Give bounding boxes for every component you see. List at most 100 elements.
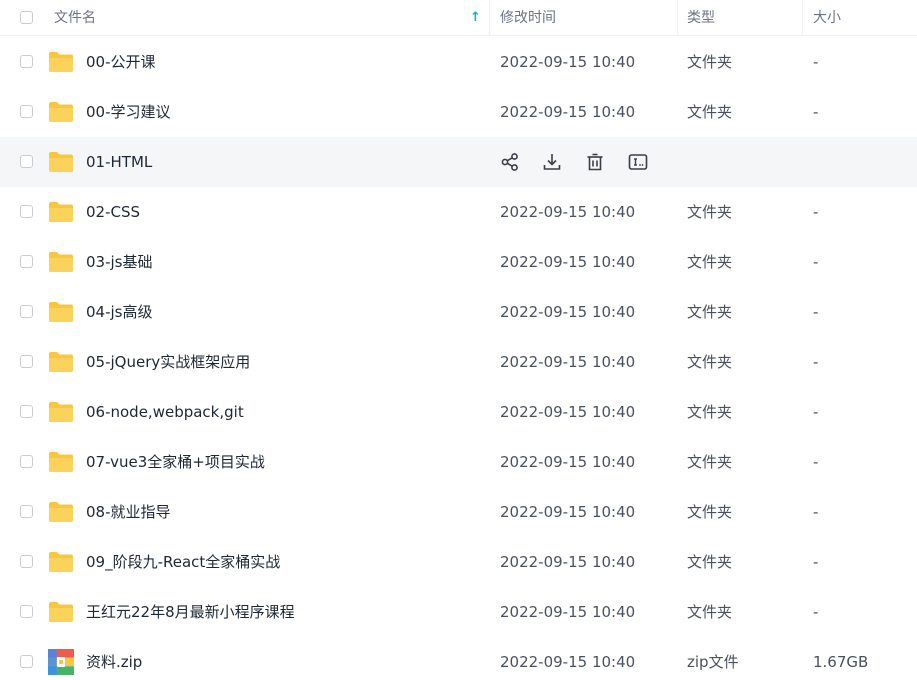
select-all-checkbox[interactable] (20, 11, 33, 24)
modified-time: 2022-09-15 10:40 (500, 353, 636, 371)
file-type: 文件夹 (687, 103, 733, 121)
row-checkbox[interactable] (20, 205, 33, 218)
file-size: - (813, 53, 819, 71)
table-row[interactable]: 07-vue3全家桶+项目实战 2022-09-15 10:40 文件夹 - (0, 437, 917, 487)
download-icon[interactable] (542, 152, 562, 172)
file-name[interactable]: 09_阶段九-React全家桶实战 (86, 537, 280, 587)
file-type: 文件夹 (687, 553, 733, 571)
file-type: 文件夹 (687, 353, 733, 371)
folder-icon (48, 301, 74, 323)
modified-time: 2022-09-15 10:40 (500, 553, 636, 571)
file-size: 1.67GB (813, 653, 869, 671)
modified-time: 2022-09-15 10:40 (500, 503, 636, 521)
file-type: 文件夹 (687, 53, 733, 71)
column-header-size[interactable]: 大小 (813, 0, 841, 36)
zip-file-icon (48, 649, 74, 675)
table-row[interactable]: 00-学习建议 2022-09-15 10:40 文件夹 - (0, 87, 917, 137)
row-checkbox[interactable] (20, 405, 33, 418)
table-row[interactable]: 王红元22年8月最新小程序课程 2022-09-15 10:40 文件夹 - (0, 587, 917, 637)
table-row[interactable]: 06-node,webpack,git 2022-09-15 10:40 文件夹 - (0, 387, 917, 437)
folder-icon (48, 151, 74, 173)
table-row[interactable]: 01-HTML (0, 137, 917, 187)
file-type: 文件夹 (687, 503, 733, 521)
column-divider (489, 0, 490, 36)
file-type: 文件夹 (687, 203, 733, 221)
modified-time: 2022-09-15 10:40 (500, 203, 636, 221)
file-size: - (813, 353, 819, 371)
column-header-time[interactable]: 修改时间 (500, 0, 556, 36)
folder-icon (48, 501, 74, 523)
file-size: - (813, 303, 819, 321)
row-checkbox[interactable] (20, 605, 33, 618)
row-checkbox[interactable] (20, 105, 33, 118)
file-name[interactable]: 资料.zip (86, 637, 142, 680)
file-name[interactable]: 05-jQuery实战框架应用 (86, 337, 250, 387)
table-row[interactable]: 02-CSS 2022-09-15 10:40 文件夹 - (0, 187, 917, 237)
modified-time: 2022-09-15 10:40 (500, 653, 636, 671)
file-list: 文件名 ↑ 修改时间 类型 大小 00-公开课 2022-09-15 10:40 文… (0, 0, 917, 680)
file-size: - (813, 253, 819, 271)
file-size: - (813, 453, 819, 471)
modified-time: 2022-09-15 10:40 (500, 253, 636, 271)
column-divider (802, 0, 803, 36)
file-size: - (813, 203, 819, 221)
file-list-header: 文件名 ↑ 修改时间 类型 大小 (0, 0, 917, 36)
file-name[interactable]: 01-HTML (86, 137, 152, 187)
file-type: 文件夹 (687, 403, 733, 421)
column-divider (677, 0, 678, 36)
folder-icon (48, 551, 74, 573)
file-type: 文件夹 (687, 603, 733, 621)
file-type: zip文件 (687, 653, 739, 671)
file-name[interactable]: 08-就业指导 (86, 487, 171, 537)
table-row[interactable]: 00-公开课 2022-09-15 10:40 文件夹 - (0, 37, 917, 87)
row-checkbox[interactable] (20, 655, 33, 668)
row-checkbox[interactable] (20, 455, 33, 468)
folder-icon (48, 251, 74, 273)
file-name[interactable]: 06-node,webpack,git (86, 387, 244, 437)
folder-icon (48, 201, 74, 223)
rename-icon[interactable] (628, 152, 648, 172)
modified-time: 2022-09-15 10:40 (500, 403, 636, 421)
table-row[interactable]: 09_阶段九-React全家桶实战 2022-09-15 10:40 文件夹 - (0, 537, 917, 587)
file-size: - (813, 103, 819, 121)
file-name[interactable]: 07-vue3全家桶+项目实战 (86, 437, 265, 487)
column-header-name[interactable]: 文件名 (54, 0, 96, 36)
row-checkbox[interactable] (20, 305, 33, 318)
folder-icon (48, 601, 74, 623)
modified-time: 2022-09-15 10:40 (500, 103, 636, 121)
file-name[interactable]: 00-学习建议 (86, 87, 171, 137)
folder-icon (48, 101, 74, 123)
file-size: - (813, 603, 819, 621)
folder-icon (48, 351, 74, 373)
file-type: 文件夹 (687, 453, 733, 471)
row-checkbox[interactable] (20, 505, 33, 518)
table-row[interactable]: 资料.zip 2022-09-15 10:40 zip文件 1.67GB (0, 637, 917, 680)
table-row[interactable]: 03-js基础 2022-09-15 10:40 文件夹 - (0, 237, 917, 287)
row-checkbox[interactable] (20, 355, 33, 368)
delete-icon[interactable] (585, 152, 605, 172)
file-size: - (813, 403, 819, 421)
file-type: 文件夹 (687, 253, 733, 271)
folder-icon (48, 51, 74, 73)
row-checkbox[interactable] (20, 555, 33, 568)
table-row[interactable]: 05-jQuery实战框架应用 2022-09-15 10:40 文件夹 - (0, 337, 917, 387)
row-checkbox[interactable] (20, 255, 33, 268)
share-icon[interactable] (500, 152, 520, 172)
file-name[interactable]: 王红元22年8月最新小程序课程 (86, 587, 295, 637)
row-checkbox[interactable] (20, 55, 33, 68)
file-size: - (813, 553, 819, 571)
folder-icon (48, 451, 74, 473)
file-type: 文件夹 (687, 303, 733, 321)
table-row[interactable]: 04-js高级 2022-09-15 10:40 文件夹 - (0, 287, 917, 337)
column-header-type[interactable]: 类型 (687, 0, 715, 36)
file-name[interactable]: 00-公开课 (86, 37, 156, 87)
file-name[interactable]: 03-js基础 (86, 237, 152, 287)
modified-time: 2022-09-15 10:40 (500, 453, 636, 471)
arrow-up-icon[interactable]: ↑ (470, 0, 481, 36)
row-checkbox[interactable] (20, 155, 33, 168)
file-name[interactable]: 04-js高级 (86, 287, 152, 337)
file-name[interactable]: 02-CSS (86, 187, 140, 237)
folder-icon (48, 401, 74, 423)
table-row[interactable]: 08-就业指导 2022-09-15 10:40 文件夹 - (0, 487, 917, 537)
modified-time: 2022-09-15 10:40 (500, 53, 636, 71)
